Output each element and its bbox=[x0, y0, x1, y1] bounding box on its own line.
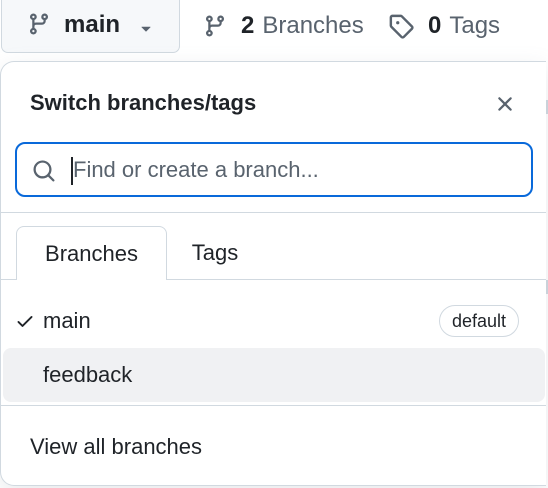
footer-divider bbox=[1, 405, 546, 406]
branch-select-button[interactable]: main bbox=[1, 0, 180, 53]
triangle-down-icon bbox=[141, 26, 151, 32]
branch-item-feedback[interactable]: feedback bbox=[3, 348, 545, 402]
check-icon bbox=[17, 316, 33, 327]
close-icon bbox=[498, 97, 512, 111]
branch-name: main bbox=[43, 308, 91, 333]
branch-item-main[interactable]: main default bbox=[1, 294, 546, 348]
tags-count-link[interactable]: 0 Tags bbox=[388, 12, 500, 40]
tab-tags-label: Tags bbox=[191, 240, 239, 265]
branch-search-field[interactable] bbox=[15, 142, 533, 197]
tab-branches[interactable]: Branches bbox=[16, 226, 167, 280]
tags-count: 0 bbox=[428, 12, 442, 39]
header-divider bbox=[1, 212, 546, 213]
branches-count-link[interactable]: 2 Branches bbox=[203, 12, 364, 40]
current-branch-label: main bbox=[64, 11, 121, 38]
tag-icon bbox=[389, 14, 414, 39]
git-branch-icon bbox=[205, 15, 224, 37]
branch-name: feedback bbox=[43, 362, 133, 387]
branch-switcher-screen: main 2 Branches 0 Tags Switch branches/t… bbox=[0, 0, 548, 488]
git-branch-icon bbox=[29, 13, 48, 35]
search-icon bbox=[33, 160, 55, 182]
branches-label: Branches bbox=[262, 12, 364, 39]
text-cursor bbox=[71, 157, 73, 185]
dropdown-title: Switch branches/tags bbox=[30, 90, 257, 115]
default-badge: default bbox=[439, 305, 520, 337]
branch-switcher-dropdown: Switch branches/tags Branches Tags main bbox=[0, 61, 546, 486]
close-button[interactable] bbox=[491, 90, 519, 118]
view-all-branches-link[interactable]: View all branches bbox=[30, 433, 202, 461]
branches-count: 2 bbox=[241, 12, 255, 39]
tags-label: Tags bbox=[449, 12, 501, 39]
tab-branches-label: Branches bbox=[45, 240, 138, 266]
branch-search-input[interactable] bbox=[69, 152, 513, 188]
tab-tags[interactable]: Tags bbox=[167, 226, 263, 280]
